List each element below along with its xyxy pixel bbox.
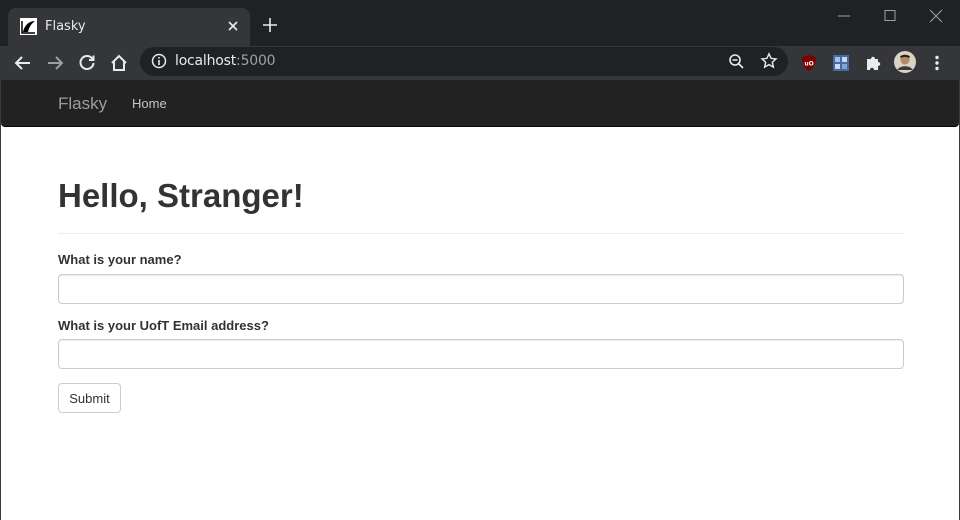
browser-tabstrip: Flasky (0, 0, 960, 46)
svg-text:uO: uO (804, 61, 813, 68)
name-input[interactable] (58, 274, 904, 304)
ublock-icon[interactable]: uO (799, 53, 819, 73)
page-viewport: Flasky Home Hello, Stranger! What is you… (0, 80, 960, 520)
heading-divider (58, 233, 904, 234)
name-label: What is your name? (58, 252, 182, 267)
url-port: :5000 (236, 53, 276, 69)
close-tab-icon[interactable] (226, 19, 240, 33)
nav-link-home[interactable]: Home (132, 96, 167, 111)
zoom-icon[interactable] (728, 53, 745, 70)
url-host: localhost (175, 53, 237, 69)
browser-tab[interactable]: Flasky (8, 8, 250, 46)
forward-arrow-icon[interactable] (45, 53, 65, 73)
reload-icon[interactable] (77, 53, 97, 73)
new-tab-icon[interactable] (262, 17, 278, 33)
back-arrow-icon[interactable] (13, 53, 33, 73)
page-heading: Hello, Stranger! (58, 177, 304, 214)
profile-avatar[interactable] (894, 51, 916, 73)
extension-image-icon[interactable] (831, 53, 851, 73)
star-icon[interactable] (760, 52, 778, 70)
submit-button[interactable]: Submit (58, 383, 121, 413)
menu-dots-icon[interactable] (927, 53, 947, 73)
navbar: Flasky Home (1, 80, 959, 127)
url-text: localhost:5000 (175, 53, 276, 69)
tab-title: Flasky (45, 19, 86, 34)
navbar-brand[interactable]: Flasky (58, 94, 107, 114)
maximize-icon[interactable] (882, 8, 898, 24)
flask-logo-icon (20, 18, 37, 35)
info-icon[interactable] (151, 53, 167, 69)
puzzle-icon[interactable] (863, 53, 883, 73)
home-icon[interactable] (109, 53, 129, 73)
minimize-icon[interactable] (836, 8, 852, 24)
browser-toolbar: localhost:5000 uO (0, 46, 960, 80)
address-bar[interactable]: localhost:5000 (140, 47, 788, 76)
window-close-icon[interactable] (928, 8, 944, 24)
email-input[interactable] (58, 339, 904, 369)
email-label: What is your UofT Email address? (58, 318, 269, 333)
